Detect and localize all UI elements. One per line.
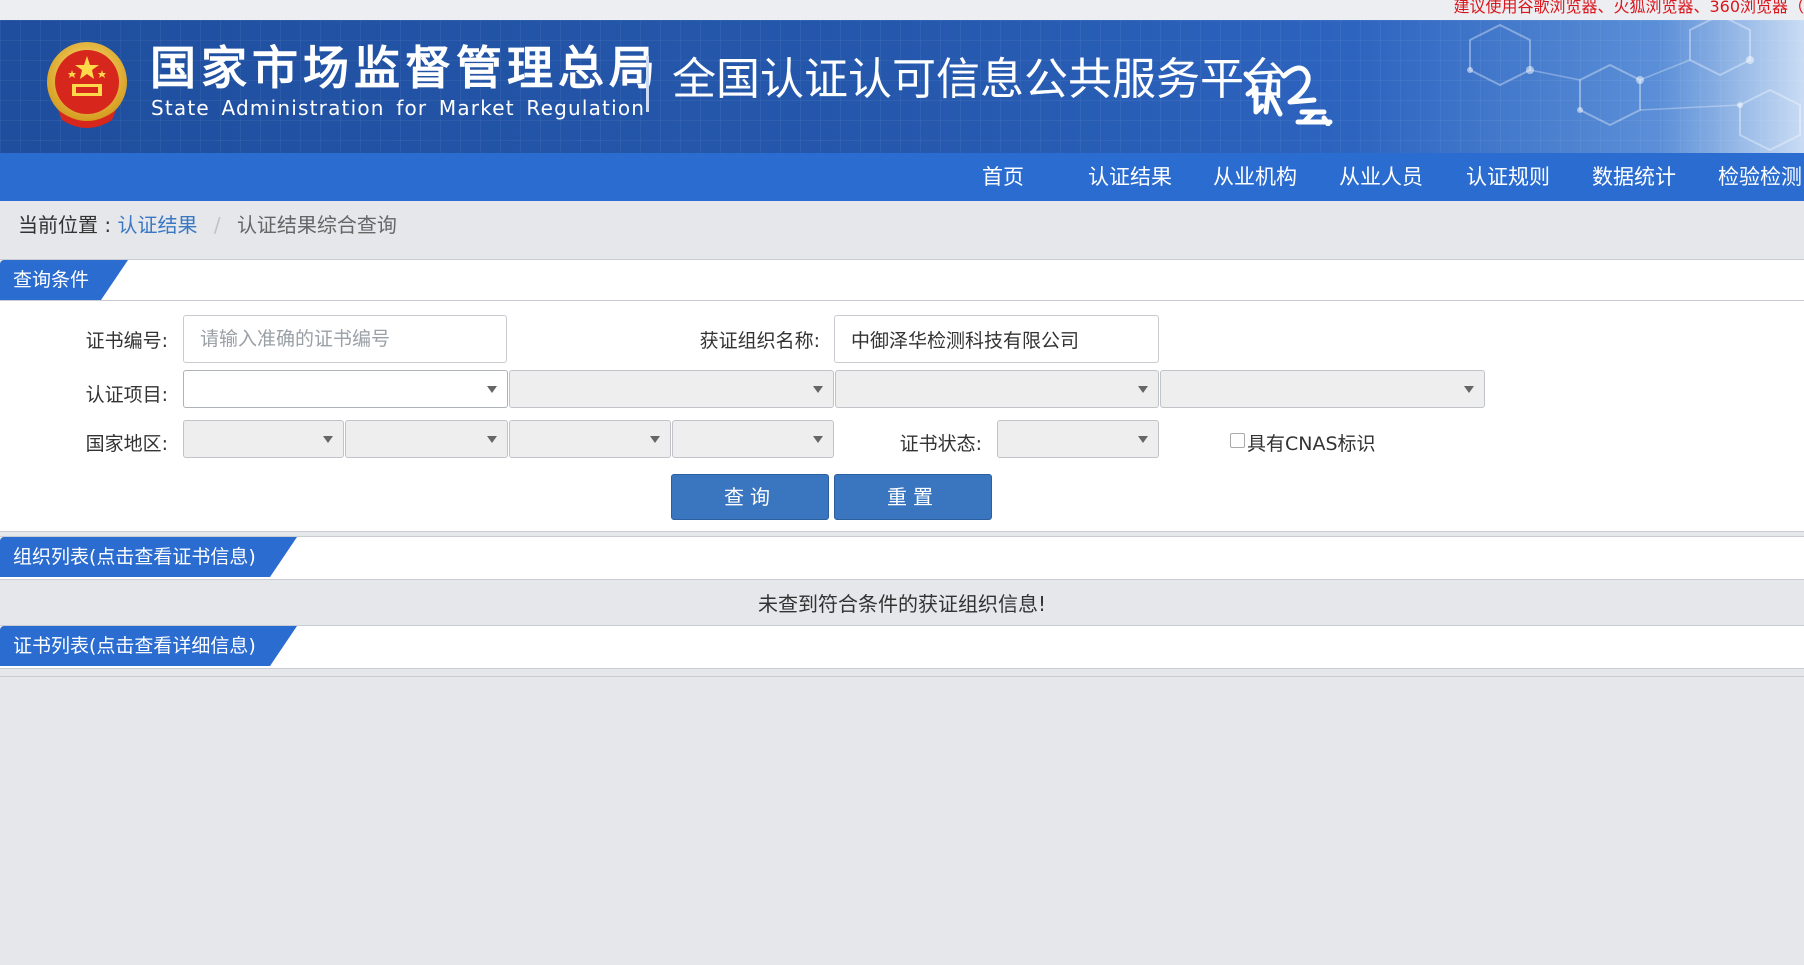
main-nav: 首页 认证结果 从业机构 从业人员 认证规则 数据统计 检验检测 bbox=[0, 153, 1804, 201]
header-banner: 国家市场监督管理总局 State Administration for Mark… bbox=[0, 20, 1804, 153]
agency-english-name: State Administration for Market Regulati… bbox=[151, 96, 646, 120]
cert-project-select-3[interactable] bbox=[835, 370, 1159, 408]
platform-title: 全国认证认可信息公共服务平台 bbox=[672, 54, 1288, 105]
nav-item-inspection[interactable]: 检验检测 bbox=[1718, 153, 1802, 201]
browser-notice-text: 建议使用谷歌浏览器、火狐浏览器、360浏览器（ bbox=[1453, 0, 1804, 16]
chevron-down-icon bbox=[813, 436, 823, 443]
breadcrumb-separator: / bbox=[213, 213, 221, 237]
chevron-down-icon bbox=[1138, 386, 1148, 393]
org-name-label: 获证组织名称: bbox=[699, 330, 820, 352]
breadcrumb: 当前位置 : 认证结果 / 认证结果综合查询 bbox=[18, 212, 397, 238]
cert-no-label: 证书编号: bbox=[85, 330, 168, 352]
chevron-down-icon bbox=[650, 436, 660, 443]
cert-project-select-4[interactable] bbox=[1160, 370, 1485, 408]
query-panel-header: 查询条件 bbox=[0, 260, 1804, 301]
cert-status-label: 证书状态: bbox=[899, 433, 982, 455]
region-label: 国家地区: bbox=[85, 433, 168, 455]
agency-chinese-name: 国家市场监督管理总局 bbox=[150, 41, 660, 95]
hexagon-decoration-icon bbox=[1467, 20, 1801, 152]
chevron-down-icon bbox=[1138, 436, 1148, 443]
chevron-down-icon bbox=[487, 386, 497, 393]
nav-item-home[interactable]: 首页 bbox=[982, 153, 1024, 201]
region-select-1[interactable] bbox=[183, 420, 344, 458]
chevron-down-icon bbox=[813, 386, 823, 393]
cert-project-select-1[interactable] bbox=[183, 370, 508, 408]
cert-list-panel: 证书列表(点击查看详细信息) bbox=[0, 625, 1804, 669]
cert-project-label: 认证项目: bbox=[85, 384, 168, 406]
nav-item-statistics[interactable]: 数据统计 bbox=[1592, 153, 1676, 201]
org-list-title[interactable]: 组织列表(点击查看证书信息) bbox=[0, 537, 297, 577]
org-list-empty-message: 未查到符合条件的获证组织信息! bbox=[757, 592, 1047, 616]
chevron-down-icon bbox=[1464, 386, 1474, 393]
cert-no-input[interactable] bbox=[183, 315, 507, 363]
nav-item-cert-rules[interactable]: 认证规则 bbox=[1466, 153, 1550, 201]
org-name-input[interactable] bbox=[834, 315, 1159, 363]
header-divider bbox=[646, 56, 649, 112]
reset-button[interactable]: 重置 bbox=[834, 474, 992, 520]
breadcrumb-current: 认证结果综合查询 bbox=[236, 213, 397, 237]
browser-notice-bar: 建议使用谷歌浏览器、火狐浏览器、360浏览器（ bbox=[0, 0, 1804, 20]
breadcrumb-link-cert-results[interactable]: 认证结果 bbox=[117, 213, 197, 237]
cert-project-select-2[interactable] bbox=[509, 370, 834, 408]
chevron-down-icon bbox=[323, 436, 333, 443]
region-select-4[interactable] bbox=[672, 420, 834, 458]
org-list-panel: 组织列表(点击查看证书信息) bbox=[0, 536, 1804, 580]
nav-item-institutions[interactable]: 从业机构 bbox=[1213, 153, 1297, 201]
national-emblem-icon bbox=[47, 42, 127, 128]
nav-item-personnel[interactable]: 从业人员 bbox=[1339, 153, 1423, 201]
breadcrumb-label: 当前位置 : bbox=[18, 213, 112, 237]
nav-item-cert-results[interactable]: 认证结果 bbox=[1088, 153, 1172, 201]
chevron-down-icon bbox=[487, 436, 497, 443]
cert-list-panel-header: 证书列表(点击查看详细信息) bbox=[0, 626, 1804, 666]
renzheng-cloud-logo-icon bbox=[1243, 65, 1333, 126]
cert-list-title[interactable]: 证书列表(点击查看详细信息) bbox=[0, 626, 297, 666]
cnas-label: 具有CNAS标识 bbox=[1247, 433, 1376, 455]
org-list-panel-header: 组织列表(点击查看证书信息) bbox=[0, 537, 1804, 577]
search-button[interactable]: 查询 bbox=[671, 474, 829, 520]
query-panel-title: 查询条件 bbox=[0, 260, 128, 300]
region-select-3[interactable] bbox=[509, 420, 671, 458]
cert-status-select[interactable] bbox=[997, 420, 1159, 458]
cert-list-divider bbox=[0, 676, 1804, 677]
cnas-checkbox[interactable] bbox=[1230, 433, 1245, 448]
region-select-2[interactable] bbox=[345, 420, 508, 458]
